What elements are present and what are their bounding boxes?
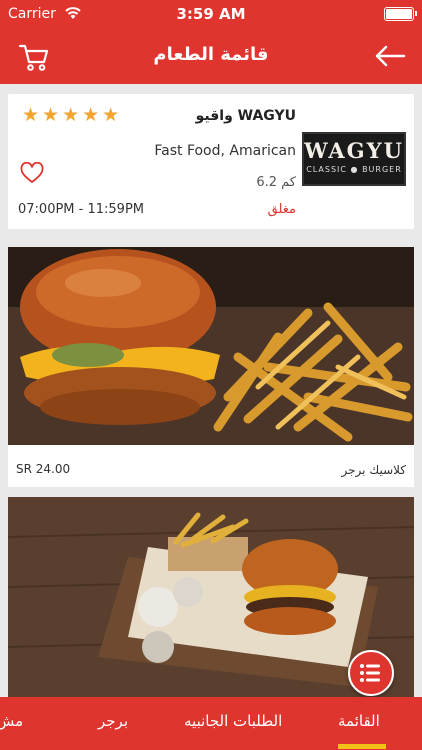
- tab-drinks[interactable]: مش: [0, 712, 23, 730]
- list-icon: [360, 664, 380, 682]
- logo-wordmark: WAGYU: [304, 138, 404, 163]
- product-card[interactable]: SR 24.00 كلاسيك برجر: [8, 247, 414, 487]
- restaurant-card: ★★★★★ واقيو WAGYU Fast Food, Amarican 6.…: [8, 94, 414, 229]
- cart-icon[interactable]: [18, 42, 50, 72]
- battery-icon: [384, 7, 417, 21]
- status-bar: Carrier 3:59 AM: [0, 0, 422, 28]
- product-name: كلاسيك برجر: [341, 463, 406, 477]
- tab-burger[interactable]: برجر: [98, 712, 128, 730]
- product-price: SR 24.00: [16, 462, 71, 476]
- burger-fries-photo: [8, 247, 414, 445]
- nav-bar: قائمة الطعام: [0, 28, 422, 84]
- logo-tagline: CLASSIC ● BURGER: [306, 165, 402, 174]
- distance-text: 6.2 كم: [256, 175, 296, 190]
- restaurant-name: واقيو WAGYU: [195, 108, 296, 124]
- tab-menu[interactable]: القائمة: [338, 712, 380, 730]
- restaurant-logo: WAGYU CLASSIC ● BURGER: [302, 132, 406, 186]
- active-tab-indicator: [338, 744, 386, 749]
- back-arrow-icon[interactable]: [374, 44, 406, 68]
- menu-list-button[interactable]: [348, 650, 394, 696]
- category-tab-bar: القائمة الطلبات الجانبيه برجر مش: [0, 697, 422, 750]
- opening-hours: 07:00PM - 11:59PM: [18, 202, 144, 217]
- status-time: 3:59 AM: [176, 5, 246, 23]
- tab-side-orders[interactable]: الطلبات الجانبيه: [184, 712, 282, 730]
- cuisine-text: Fast Food, Amarican: [154, 143, 296, 159]
- page-title: قائمة الطعام: [153, 44, 269, 65]
- rating-stars: ★★★★★: [22, 104, 123, 126]
- open-status: مغلق: [267, 202, 296, 217]
- favorite-heart-icon[interactable]: [20, 162, 44, 184]
